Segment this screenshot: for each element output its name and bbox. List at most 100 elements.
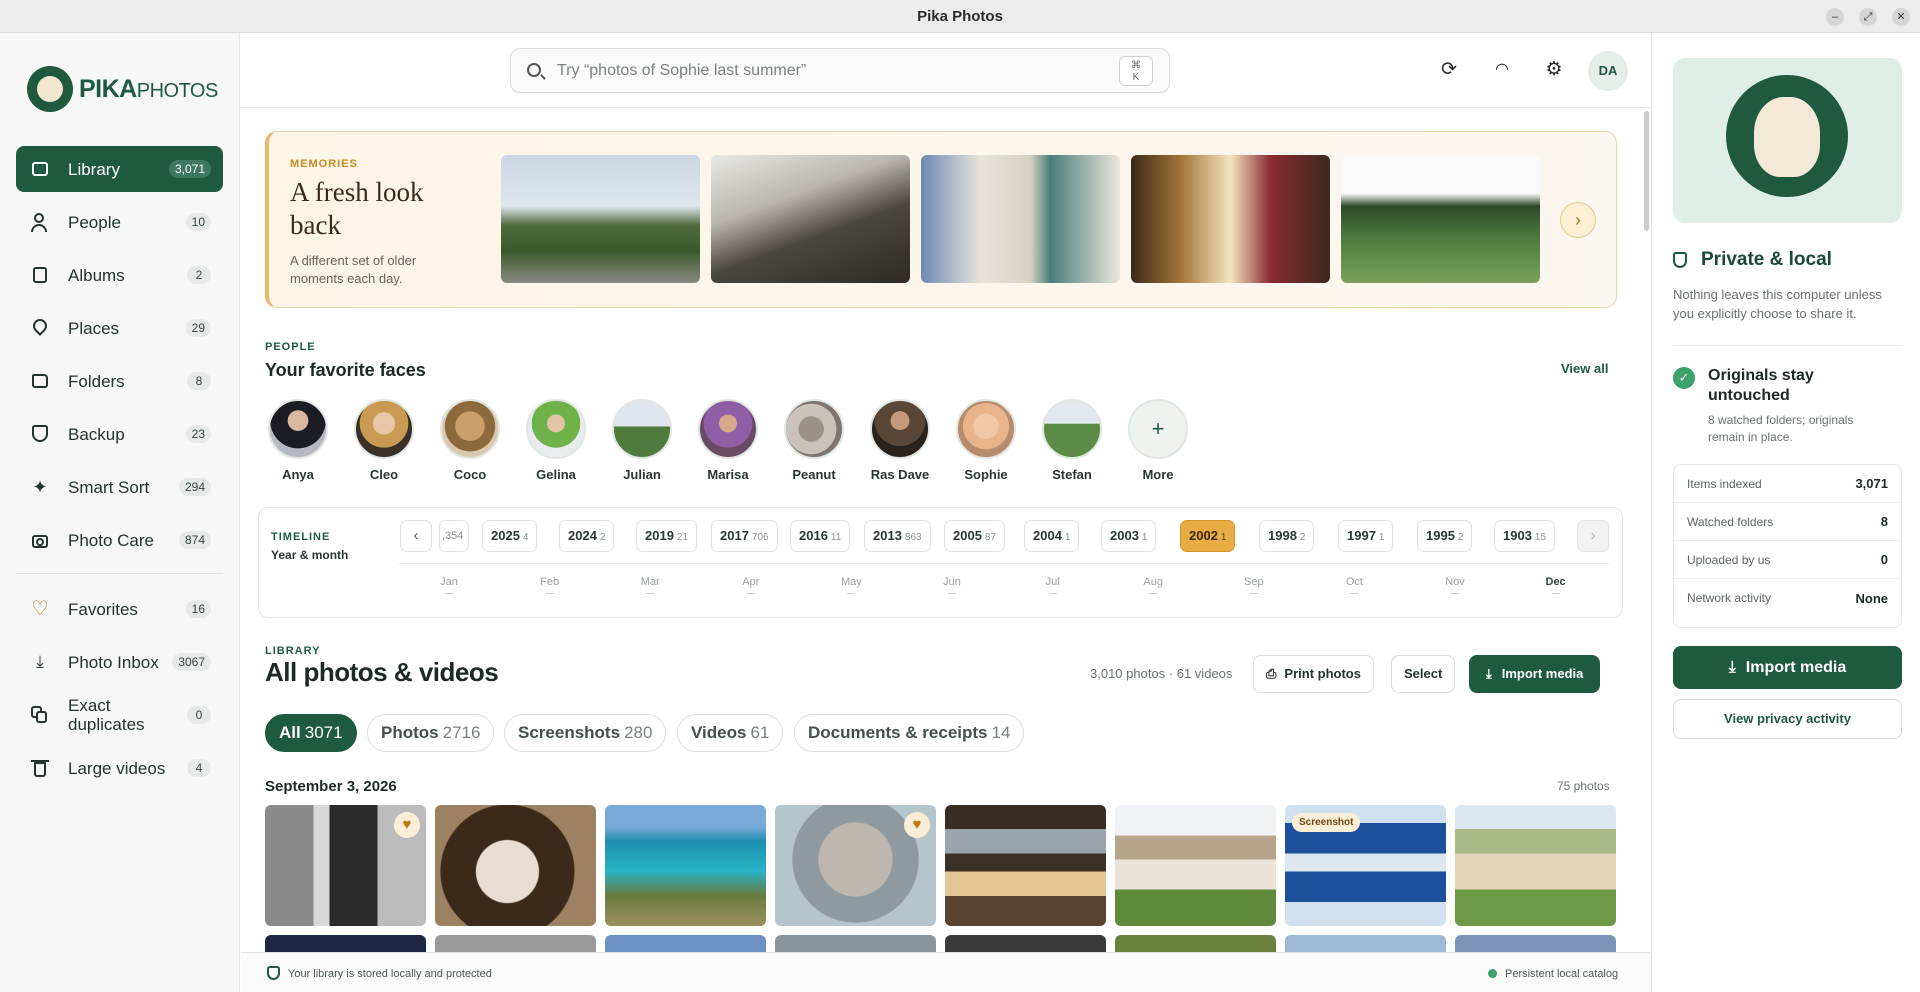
face-item[interactable]: Coco <box>432 399 508 482</box>
month-marker[interactable]: Jan <box>429 576 469 594</box>
photo-thumbnail[interactable] <box>1455 935 1616 952</box>
filter-chip-all[interactable]: All 3071 <box>265 714 357 752</box>
face-item[interactable]: Julian <box>604 399 680 482</box>
face-item[interactable]: Sophie <box>948 399 1024 482</box>
face-item[interactable]: Anya <box>260 399 336 482</box>
face-item[interactable]: Stefan <box>1034 399 1110 482</box>
year-chip[interactable]: 2005 87 <box>944 520 1006 552</box>
face-more-button[interactable]: + More <box>1120 399 1196 482</box>
photo-thumbnail[interactable] <box>605 805 766 926</box>
month-marker[interactable]: Feb <box>530 576 570 594</box>
avatar[interactable]: DA <box>1588 51 1628 91</box>
month-marker[interactable]: Jul <box>1033 576 1073 594</box>
camera-icon <box>30 530 50 550</box>
photo-thumbnail[interactable]: ♥ <box>265 805 426 926</box>
sidebar-item-folders[interactable]: Folders 8 <box>16 358 223 404</box>
wifi-icon[interactable]: ◠ <box>1489 57 1515 83</box>
select-button[interactable]: Select <box>1391 655 1456 693</box>
sidebar-item-exact-duplicates[interactable]: Exact duplicates 0 <box>16 692 223 738</box>
sidebar-item-places[interactable]: Places 29 <box>16 305 223 351</box>
search-input[interactable]: Try “photos of Sophie last summer” ⌘ K <box>510 48 1170 93</box>
month-marker[interactable]: Aug <box>1133 576 1173 594</box>
sidebar-item-backup[interactable]: Backup 23 <box>16 411 223 457</box>
chevron-right-icon[interactable]: › <box>1560 202 1596 238</box>
sidebar-item-smart-sort[interactable]: ✦ Smart Sort 294 <box>16 464 223 510</box>
app-logo[interactable]: PIKAPHOTOS <box>27 66 218 112</box>
year-chip[interactable]: 2024 2 <box>559 520 615 552</box>
photo-thumbnail[interactable] <box>1455 805 1616 926</box>
face-item[interactable]: Gelina <box>518 399 594 482</box>
year-chip[interactable]: 1903 15 <box>1494 520 1556 552</box>
photo-thumbnail[interactable]: ♥ <box>775 805 936 926</box>
photo-thumbnail[interactable] <box>435 805 596 926</box>
filter-chip-screenshots[interactable]: Screenshots 280 <box>504 714 667 752</box>
photo-thumbnail[interactable] <box>775 935 936 952</box>
year-chip[interactable]: 2003 1 <box>1101 520 1157 552</box>
heart-icon[interactable]: ♥ <box>904 812 930 838</box>
close-icon[interactable]: ✕ <box>1892 8 1910 26</box>
panel-import-media-button[interactable]: ⤓ Import media <box>1673 646 1902 689</box>
photo-thumbnail[interactable] <box>945 805 1106 926</box>
view-all-link[interactable]: View all <box>1561 361 1608 376</box>
month-marker[interactable]: Dec <box>1536 576 1576 594</box>
heart-icon[interactable]: ♥ <box>394 812 420 838</box>
filter-chip-photos[interactable]: Photos 2716 <box>367 714 495 752</box>
face-item[interactable]: Cleo <box>346 399 422 482</box>
photo-thumbnail[interactable] <box>435 935 596 952</box>
month-marker[interactable]: May <box>831 576 871 594</box>
year-chip[interactable]: 1998 2 <box>1259 520 1315 552</box>
minimize-icon[interactable]: – <box>1826 8 1844 26</box>
year-chip[interactable]: 2017 706 <box>711 520 778 552</box>
photo-thumbnail[interactable] <box>1285 935 1446 952</box>
import-media-button[interactable]: ⤓ Import media <box>1469 655 1601 693</box>
photo-thumbnail[interactable] <box>1115 935 1276 952</box>
year-chip[interactable]: ,354 <box>439 520 469 552</box>
memory-photo[interactable] <box>1341 155 1540 283</box>
year-chip[interactable]: 1995 2 <box>1417 520 1473 552</box>
photo-thumbnail[interactable] <box>945 935 1106 952</box>
photo-thumbnail[interactable] <box>265 935 426 952</box>
sidebar-item-people[interactable]: People 10 <box>16 199 223 245</box>
view-privacy-activity-button[interactable]: View privacy activity <box>1673 699 1902 739</box>
year-chip[interactable]: 1997 1 <box>1338 520 1394 552</box>
memory-photo[interactable] <box>711 155 910 283</box>
maximize-icon[interactable]: ⤢ <box>1859 8 1877 26</box>
sidebar-item-photo-care[interactable]: Photo Care 874 <box>16 517 223 563</box>
year-chip[interactable]: 2025 4 <box>482 520 538 552</box>
month-marker[interactable]: Sep <box>1234 576 1274 594</box>
gear-icon[interactable]: ⚙ <box>1541 57 1567 83</box>
face-item[interactable]: Peanut <box>776 399 852 482</box>
trash-icon <box>30 758 50 778</box>
photo-thumbnail[interactable] <box>605 935 766 952</box>
refresh-icon[interactable]: ⟳ <box>1436 57 1462 83</box>
year-chip[interactable]: 2019 21 <box>636 520 698 552</box>
month-marker[interactable]: Mar <box>630 576 670 594</box>
month-marker[interactable]: Apr <box>731 576 771 594</box>
memory-photo[interactable] <box>1131 155 1330 283</box>
sidebar-item-library[interactable]: Library 3,071 <box>16 146 223 192</box>
year-chip[interactable]: 2013 863 <box>864 520 931 552</box>
filter-chip-documents-receipts[interactable]: Documents & receipts 14 <box>794 714 1025 752</box>
memory-photo[interactable] <box>501 155 700 283</box>
month-marker[interactable]: Jun <box>932 576 972 594</box>
face-item[interactable]: Ras Dave <box>862 399 938 482</box>
sidebar-item-large-videos[interactable]: Large videos 4 <box>16 745 223 791</box>
year-chip[interactable]: 2016 11 <box>790 520 851 552</box>
memories-kicker: MEMORIES <box>290 158 358 170</box>
chevron-right-icon[interactable]: › <box>1577 520 1609 552</box>
sidebar-item-favorites[interactable]: ♡ Favorites 16 <box>16 586 223 632</box>
chevron-left-icon[interactable]: ‹ <box>400 520 432 552</box>
year-chip[interactable]: 2004 1 <box>1024 520 1080 552</box>
month-marker[interactable]: Oct <box>1334 576 1374 594</box>
print-photos-button[interactable]: ⎙ Print photos <box>1253 655 1374 693</box>
face-item[interactable]: Marisa <box>690 399 766 482</box>
month-marker[interactable]: Nov <box>1435 576 1475 594</box>
filter-chip-videos[interactable]: Videos 61 <box>677 714 784 752</box>
year-chip[interactable]: 2002 1 <box>1180 520 1236 552</box>
photo-thumbnail[interactable]: Screenshot <box>1285 805 1446 926</box>
scrollbar[interactable] <box>1644 111 1649 231</box>
sidebar-item-albums[interactable]: Albums 2 <box>16 252 223 298</box>
sidebar-item-photo-inbox[interactable]: ⤓ Photo Inbox 3067 <box>16 639 223 685</box>
photo-thumbnail[interactable] <box>1115 805 1276 926</box>
memory-photo[interactable] <box>921 155 1120 283</box>
